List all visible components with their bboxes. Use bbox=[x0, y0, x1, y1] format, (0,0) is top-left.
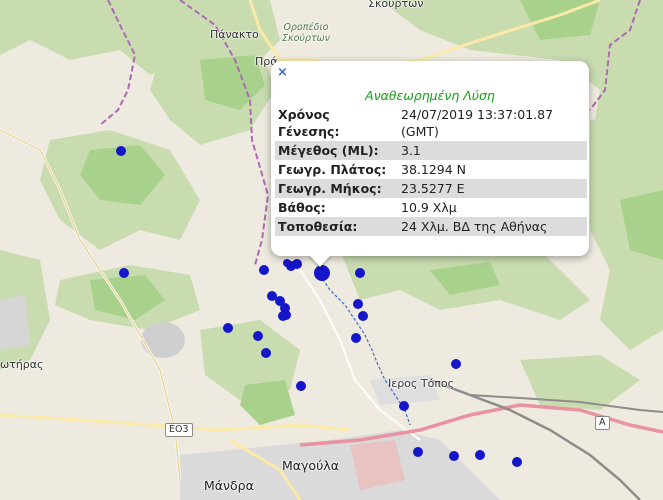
place-label-panakto: Πάνακτο bbox=[210, 28, 259, 41]
earthquake-marker[interactable] bbox=[413, 447, 423, 457]
earthquake-marker[interactable] bbox=[353, 299, 363, 309]
info-row-longitude: Γεωγρ. Μήκος: 23.5277 E bbox=[275, 179, 587, 198]
forest-label-line-2: Σκούρτων bbox=[282, 33, 330, 44]
place-label-sotiras: ωτήρας bbox=[0, 358, 44, 371]
earthquake-marker[interactable] bbox=[512, 457, 522, 467]
info-label: Τοποθεσία: bbox=[275, 217, 398, 236]
earthquake-marker[interactable] bbox=[399, 401, 409, 411]
info-value: 3.1 bbox=[398, 141, 587, 160]
info-value: 23.5277 E bbox=[398, 179, 587, 198]
forest-label-line-1: Οροπέδιο bbox=[283, 22, 329, 33]
earthquake-marker[interactable] bbox=[278, 311, 288, 321]
earthquake-marker[interactable] bbox=[451, 359, 461, 369]
popup-title: Αναθεωρημένη Λύση bbox=[365, 88, 495, 103]
close-icon[interactable]: × bbox=[277, 66, 288, 80]
info-label: Βάθος: bbox=[278, 200, 326, 215]
earthquake-marker[interactable] bbox=[223, 323, 233, 333]
info-row-latitude: Γεωγρ. Πλάτος: 38.1294 N bbox=[275, 160, 587, 179]
place-label-ieros-topos: Ιερος Τόπος bbox=[388, 377, 455, 390]
popup-pointer bbox=[309, 255, 331, 267]
earthquake-marker[interactable] bbox=[116, 146, 126, 156]
road-shield-a6: Α bbox=[595, 416, 610, 430]
quarry-area bbox=[141, 322, 185, 358]
info-label: Γεωγρ. Μήκος: bbox=[275, 179, 398, 198]
earthquake-marker[interactable] bbox=[292, 259, 302, 269]
info-value: 24/07/2019 13:37:01.87 (GMT) bbox=[401, 107, 554, 139]
earthquake-marker[interactable] bbox=[296, 381, 306, 391]
info-value: 10.9 Χλμ bbox=[401, 200, 457, 215]
info-row-depth: Βάθος: 10.9 Χλμ bbox=[275, 198, 587, 217]
info-row-magnitude: Μέγεθος (ML): 3.1 bbox=[275, 141, 587, 160]
info-label: Γεωγρ. Πλάτος: bbox=[278, 162, 387, 177]
earthquake-marker[interactable] bbox=[283, 259, 291, 267]
earthquake-marker[interactable] bbox=[119, 268, 129, 278]
place-label-mandra: Μάνδρα bbox=[204, 478, 254, 493]
earthquake-marker[interactable] bbox=[449, 451, 459, 461]
earthquake-marker[interactable] bbox=[355, 268, 365, 278]
forest-label-oropedio: Οροπέδιο Σκούρτων bbox=[282, 22, 330, 44]
info-row-location: Τοποθεσία: 24 Χλμ. ΒΔ της Αθήνας bbox=[275, 217, 587, 236]
info-label: Χρόνος Γένεσης: bbox=[278, 107, 340, 139]
road-shield-e03: ΕΟ3 bbox=[165, 423, 193, 437]
earthquake-marker[interactable] bbox=[253, 331, 263, 341]
selected-earthquake-marker[interactable] bbox=[314, 265, 330, 281]
info-label: Μέγεθος (ML): bbox=[275, 141, 398, 160]
earthquake-marker[interactable] bbox=[475, 450, 485, 460]
earthquake-info-table: Χρόνος Γένεσης: 24/07/2019 13:37:01.87 (… bbox=[275, 105, 587, 236]
earthquake-marker[interactable] bbox=[358, 311, 368, 321]
earthquake-marker[interactable] bbox=[351, 333, 361, 343]
earthquake-marker[interactable] bbox=[259, 265, 269, 275]
info-row-origin-time: Χρόνος Γένεσης: 24/07/2019 13:37:01.87 (… bbox=[275, 105, 587, 141]
place-label-magoula: Μαγούλα bbox=[282, 458, 339, 473]
earthquake-marker[interactable] bbox=[261, 348, 271, 358]
info-value: 24 Χλμ. ΒΔ της Αθήνας bbox=[398, 217, 587, 236]
info-value: 38.1294 N bbox=[401, 162, 467, 177]
earthquake-info-popup: × Αναθεωρημένη Λύση Χρόνος Γένεσης: 24/0… bbox=[271, 61, 589, 256]
place-label-skourton: Σκούρτων bbox=[368, 0, 424, 10]
